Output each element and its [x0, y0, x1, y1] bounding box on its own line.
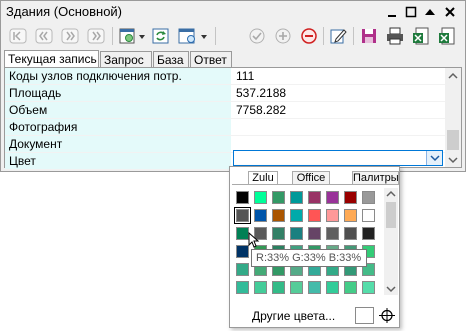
field-value[interactable]: 7758.282	[235, 102, 445, 118]
color-swatch[interactable]	[236, 263, 249, 276]
add-icon[interactable]	[273, 26, 293, 46]
color-swatch[interactable]	[290, 209, 303, 222]
window-title: Здания (Основной)	[6, 4, 123, 19]
popup-tab-zulu[interactable]: Zulu	[248, 171, 278, 185]
field-name: Документ	[5, 136, 231, 152]
export-csv-icon[interactable]	[437, 26, 457, 46]
refresh-icon[interactable]	[151, 26, 171, 46]
tab-database[interactable]: База	[153, 51, 189, 68]
next-record-icon[interactable]	[60, 26, 80, 46]
color-swatch[interactable]	[326, 191, 339, 204]
color-swatch[interactable]	[344, 281, 357, 294]
color-swatch[interactable]	[362, 191, 375, 204]
color-swatch[interactable]	[344, 227, 357, 240]
scroll-thumb[interactable]	[386, 202, 396, 228]
color-swatch[interactable]	[326, 281, 339, 294]
color-swatch[interactable]	[326, 227, 339, 240]
color-swatch[interactable]	[254, 191, 267, 204]
popup-tab-office[interactable]: Office	[292, 171, 330, 185]
scroll-up-icon[interactable]	[445, 70, 461, 82]
save-icon[interactable]	[359, 26, 379, 46]
field-name: Объем	[5, 102, 231, 118]
field-value[interactable]	[235, 119, 445, 135]
export-excel-icon[interactable]	[411, 26, 431, 46]
minimize-icon[interactable]	[384, 4, 400, 20]
delete-icon[interactable]	[299, 26, 319, 46]
table-row[interactable]: Площадь 537.2188	[5, 85, 445, 102]
attributes-window: Здания (Основной) Текущая запись Запрос …	[0, 0, 466, 172]
color-swatch[interactable]	[308, 227, 321, 240]
print-icon[interactable]	[385, 26, 405, 46]
color-swatch[interactable]	[290, 191, 303, 204]
color-field[interactable]	[233, 150, 443, 166]
color-swatch[interactable]	[272, 227, 285, 240]
color-swatch[interactable]	[362, 209, 375, 222]
query-menu-icon[interactable]	[118, 26, 148, 46]
tab-current-record[interactable]: Текущая запись	[4, 50, 99, 68]
color-swatch[interactable]	[234, 207, 251, 224]
toolbar-separator	[353, 27, 354, 45]
color-swatch[interactable]	[254, 281, 267, 294]
field-value[interactable]: 537.2188	[235, 85, 445, 101]
table-row[interactable]: Коды узлов подключения потр. 111	[5, 68, 445, 85]
color-swatch[interactable]	[236, 281, 249, 294]
table-row[interactable]: Фотография	[5, 119, 445, 136]
color-swatch[interactable]	[308, 209, 321, 222]
color-swatch[interactable]	[344, 191, 357, 204]
field-value[interactable]: 111	[235, 68, 445, 84]
color-tooltip: R:33% G:33% B:33%	[251, 249, 367, 267]
mouse-cursor-icon	[248, 232, 260, 248]
field-name: Цвет	[5, 153, 231, 169]
maximize-icon[interactable]	[403, 4, 419, 20]
color-swatch[interactable]	[362, 281, 375, 294]
scroll-down-icon[interactable]	[384, 284, 398, 294]
color-swatch[interactable]	[272, 209, 285, 222]
color-swatch[interactable]	[290, 281, 303, 294]
swatch-grid: R:33% G:33% B:33%	[232, 184, 399, 296]
color-swatch[interactable]	[326, 209, 339, 222]
scroll-thumb[interactable]	[447, 130, 459, 150]
color-swatch[interactable]	[272, 191, 285, 204]
field-name: Коды узлов подключения потр.	[5, 68, 231, 84]
first-record-icon[interactable]	[8, 26, 28, 46]
color-swatch[interactable]	[362, 227, 375, 240]
table-row[interactable]: Объем 7758.282	[5, 102, 445, 119]
color-swatch[interactable]	[308, 191, 321, 204]
color-swatch[interactable]	[236, 191, 249, 204]
toolbar	[1, 23, 465, 49]
swatch-scrollbar[interactable]	[384, 188, 398, 295]
toolbar-separator	[112, 27, 113, 45]
custom-color-swatch[interactable]	[355, 307, 374, 324]
color-swatch[interactable]	[272, 281, 285, 294]
tab-query[interactable]: Запрос	[100, 51, 152, 68]
eyedropper-icon[interactable]	[377, 307, 397, 324]
field-name: Фотография	[5, 119, 231, 135]
field-name: Площадь	[5, 85, 231, 101]
record-grid: Коды узлов подключения потр. 111 Площадь…	[4, 67, 462, 170]
view-menu-icon[interactable]	[177, 26, 211, 46]
tab-answer[interactable]: Ответ	[190, 51, 232, 68]
edit-icon[interactable]	[328, 26, 348, 46]
scroll-down-icon[interactable]	[445, 154, 461, 166]
prev-record-icon[interactable]	[34, 26, 54, 46]
color-dropdown-button[interactable]	[426, 151, 442, 165]
toolbar-separator	[215, 27, 216, 45]
color-swatch[interactable]	[254, 209, 267, 222]
toolbar-separator	[323, 27, 324, 45]
last-record-icon[interactable]	[86, 26, 106, 46]
grid-scrollbar[interactable]	[445, 68, 461, 167]
more-colors-button[interactable]: Другие цвета...	[252, 309, 335, 323]
title-bar: Здания (Основной)	[1, 1, 465, 23]
color-swatch[interactable]	[344, 209, 357, 222]
color-swatch[interactable]	[290, 227, 303, 240]
collapse-up-icon[interactable]	[422, 4, 438, 20]
popup-tab-palettes[interactable]: Палитры	[352, 171, 399, 185]
apply-icon[interactable]	[247, 26, 267, 46]
color-swatch[interactable]	[308, 281, 321, 294]
scroll-up-icon[interactable]	[384, 189, 398, 199]
color-picker-popup: Zulu Office Палитры R:33% G:33% B:33% Др…	[229, 166, 400, 328]
close-icon[interactable]	[442, 4, 458, 20]
